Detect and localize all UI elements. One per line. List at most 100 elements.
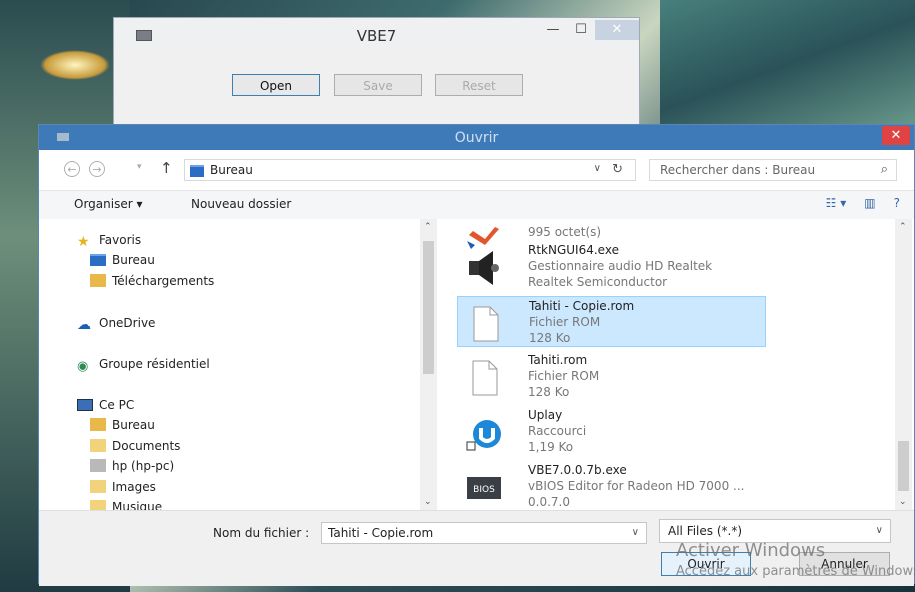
- nav-label: Bureau: [112, 418, 155, 432]
- star-icon: ★: [77, 234, 90, 250]
- watermark-subtitle: Accédez aux paramètres de Windows: [676, 564, 915, 579]
- scroll-down-icon[interactable]: ⌄: [424, 497, 432, 507]
- view-controls: ☷ ▾ ▥ ?: [826, 196, 900, 210]
- homegroup-icon: ◉: [77, 359, 89, 374]
- scroll-down-icon[interactable]: ⌄: [899, 497, 907, 507]
- back-button[interactable]: ←: [64, 161, 80, 177]
- scrollbar-thumb[interactable]: [423, 241, 434, 374]
- nav-label: hp (hp-pc): [112, 459, 175, 473]
- nav-favorites-desktop[interactable]: Bureau: [90, 253, 155, 267]
- file-detail: 128 Ko: [528, 385, 570, 399]
- filename-input[interactable]: Tahiti - Copie.rom ∨: [321, 522, 647, 544]
- search-box[interactable]: Rechercher dans : Bureau ⌕: [649, 159, 897, 181]
- nav-label: Musique: [112, 500, 163, 510]
- preview-pane-icon[interactable]: ▥: [864, 196, 875, 210]
- document-icon: [473, 306, 499, 342]
- nav-label: Ce PC: [99, 398, 135, 412]
- dialog-close-button[interactable]: ✕: [882, 126, 910, 145]
- file-name: Tahiti - Copie.rom: [529, 299, 635, 313]
- speaker-icon: [469, 251, 499, 285]
- file-detail: Raccourci: [528, 424, 587, 438]
- nav-label: OneDrive: [99, 316, 156, 330]
- recent-locations-chevron-icon[interactable]: ▾: [137, 162, 142, 172]
- maximize-button[interactable]: ☐: [567, 20, 595, 40]
- reset-button[interactable]: Reset: [435, 74, 523, 96]
- desktop-folder-icon: [90, 418, 106, 431]
- search-icon[interactable]: ⌕: [881, 162, 888, 177]
- file-name: Tahiti.rom: [528, 353, 588, 367]
- file-item[interactable]: BIOS VBE7.0.0.7b.exe vBIOS Editor for Ra…: [457, 461, 766, 510]
- nav-network-drive[interactable]: hp (hp-pc): [90, 459, 174, 473]
- search-placeholder: Rechercher dans : Bureau: [660, 163, 816, 177]
- change-view-icon[interactable]: ☷ ▾: [826, 196, 847, 210]
- new-folder-button[interactable]: Nouveau dossier: [191, 197, 291, 211]
- address-bar[interactable]: Bureau ∨ ↻: [184, 159, 636, 181]
- nav-label: Groupe résidentiel: [99, 357, 210, 371]
- address-location: Bureau: [210, 163, 253, 177]
- document-icon: [472, 360, 498, 396]
- file-detail: Realtek Semiconductor: [528, 275, 668, 289]
- nav-label: Téléchargements: [112, 274, 215, 288]
- file-detail: 995 octet(s): [528, 225, 602, 239]
- open-file-dialog: Ouvrir ✕ ← → ▾ ↑ Bureau ∨ ↻ Rechercher d…: [38, 124, 915, 586]
- nav-label: Bureau: [112, 253, 155, 267]
- downloads-folder-icon: [90, 274, 106, 287]
- uplay-icon: [466, 420, 501, 451]
- watermark-title: Activer Windows: [676, 540, 826, 561]
- file-list-scrollbar[interactable]: ⌃ ⌄: [895, 219, 912, 510]
- nav-label: Favoris: [99, 233, 142, 247]
- desktop-icon: [90, 254, 106, 266]
- file-name: RtkNGUI64.exe: [528, 243, 619, 257]
- up-button[interactable]: ↑: [160, 159, 173, 177]
- address-dropdown-icon[interactable]: ∨: [594, 163, 601, 174]
- wallpaper-light: [40, 50, 110, 80]
- file-detail: 1,19 Ko: [528, 440, 574, 454]
- organize-menu[interactable]: Organiser ▾: [74, 197, 142, 211]
- forward-button[interactable]: →: [89, 161, 105, 177]
- file-item[interactable]: RtkNGUI64.exe Gestionnaire audio HD Real…: [457, 241, 766, 292]
- dialog-titlebar: Ouvrir ✕: [39, 125, 914, 150]
- scroll-up-icon[interactable]: ⌃: [899, 222, 907, 232]
- help-icon[interactable]: ?: [894, 196, 900, 210]
- file-list: 995 octet(s) RtkNGUI64.exe Gestionnaire …: [444, 219, 894, 510]
- file-item-selected[interactable]: Tahiti - Copie.rom Fichier ROM 128 Ko: [457, 296, 766, 347]
- network-drive-icon: [90, 459, 106, 472]
- navigation-pane: ★ Favoris Bureau Téléchargements ☁ OneDriv…: [57, 219, 437, 510]
- file-detail: 0.0.7.0: [528, 495, 570, 509]
- nav-music[interactable]: Musique: [90, 500, 162, 510]
- file-name: VBE7.0.0.7b.exe: [528, 463, 627, 477]
- file-detail: vBIOS Editor for Radeon HD 7000 ...: [528, 479, 745, 493]
- scrollbar-thumb[interactable]: [898, 441, 909, 491]
- cloud-icon: ☁: [77, 317, 91, 333]
- nav-favorites[interactable]: ★ Favoris: [77, 233, 142, 250]
- nav-documents[interactable]: Documents: [90, 439, 180, 453]
- file-name: Uplay: [528, 408, 563, 422]
- file-detail: Fichier ROM: [528, 369, 600, 383]
- close-button[interactable]: ✕: [595, 20, 639, 40]
- nav-label: Documents: [112, 439, 181, 453]
- file-item[interactable]: Tahiti.rom Fichier ROM 128 Ko: [457, 351, 766, 402]
- minimize-button[interactable]: —: [539, 20, 567, 40]
- save-button[interactable]: Save: [334, 74, 422, 96]
- filename-value: Tahiti - Copie.rom: [328, 526, 434, 540]
- navigation-scrollbar[interactable]: ⌃ ⌄: [420, 219, 437, 510]
- file-detail: Gestionnaire audio HD Realtek: [528, 259, 713, 273]
- filename-label: Nom du fichier :: [213, 526, 310, 540]
- scroll-up-icon[interactable]: ⌃: [424, 222, 432, 232]
- music-folder-icon: [90, 500, 106, 510]
- nav-downloads[interactable]: Téléchargements: [90, 274, 214, 288]
- open-button[interactable]: Open: [232, 74, 320, 96]
- nav-onedrive[interactable]: ☁ OneDrive: [77, 316, 156, 333]
- nav-homegroup[interactable]: ◉ Groupe résidentiel: [77, 357, 210, 374]
- refresh-icon[interactable]: ↻: [612, 162, 623, 177]
- desktop-folder-icon: [190, 165, 204, 177]
- nav-pictures[interactable]: Images: [90, 480, 156, 494]
- chevron-down-icon[interactable]: ∨: [632, 527, 639, 538]
- vbe7-titlebar: VBE7 — ☐ ✕: [114, 18, 639, 54]
- file-item[interactable]: Uplay Raccourci 1,19 Ko: [457, 406, 766, 457]
- nav-pc-desktop[interactable]: Bureau: [90, 418, 155, 432]
- wallpaper-pattern: [660, 0, 915, 130]
- nav-this-pc[interactable]: Ce PC: [77, 398, 134, 412]
- computer-icon: [77, 399, 93, 411]
- chevron-down-icon[interactable]: ∨: [876, 525, 883, 536]
